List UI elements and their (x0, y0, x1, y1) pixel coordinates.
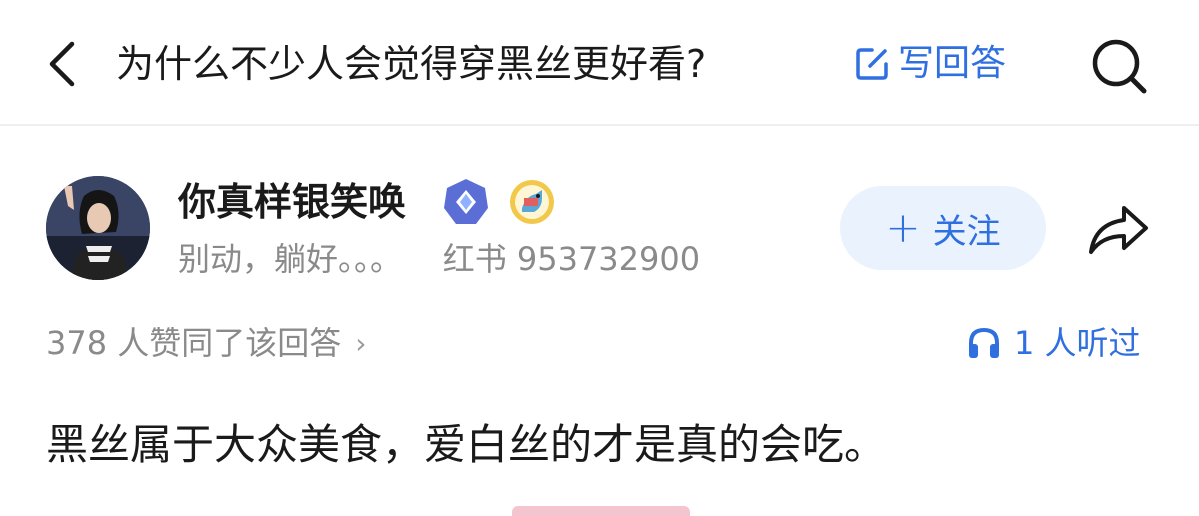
share-arrow-icon (1089, 206, 1148, 254)
vote-count[interactable]: 378 人赞同了该回答 › (46, 320, 366, 366)
author-bio: 别动，躺好。。。 红书 953732900 (178, 240, 701, 278)
author-avatar[interactable] (46, 176, 150, 280)
medal-badge (510, 180, 554, 224)
listen-count-label: 1 人听过 (1014, 324, 1141, 362)
back-button[interactable] (38, 38, 84, 90)
plus-icon: + (885, 203, 921, 252)
write-answer-button[interactable]: 写回答 (852, 38, 1006, 90)
top-bar: 为什么不少人会觉得穿黑丝更好看? 写回答 (0, 0, 1199, 126)
write-answer-label: 写回答 (898, 43, 1007, 84)
share-button[interactable] (1086, 200, 1152, 258)
chevron-left-icon (49, 41, 75, 87)
listen-count[interactable]: 1 人听过 (966, 320, 1141, 366)
search-icon (1092, 39, 1147, 94)
chevron-right-icon: › (355, 326, 367, 360)
avatar-photo (46, 176, 150, 280)
question-title[interactable]: 为什么不少人会觉得穿黑丝更好看? (116, 38, 706, 90)
verified-diamond-badge (444, 179, 488, 224)
vote-count-label: 378 人赞同了该回答 (46, 324, 342, 362)
answer-body: 黑丝属于大众美食，爱白丝的才是真的会吃。 (46, 420, 887, 469)
author-name[interactable]: 你真样银笑唤 (178, 174, 406, 230)
headphones-icon (969, 327, 999, 358)
edit-icon (856, 48, 888, 80)
follow-button[interactable]: + 关注 (840, 186, 1046, 270)
search-button[interactable] (1090, 38, 1148, 94)
partial-image-edge (512, 506, 690, 516)
follow-label: 关注 (932, 211, 1001, 252)
